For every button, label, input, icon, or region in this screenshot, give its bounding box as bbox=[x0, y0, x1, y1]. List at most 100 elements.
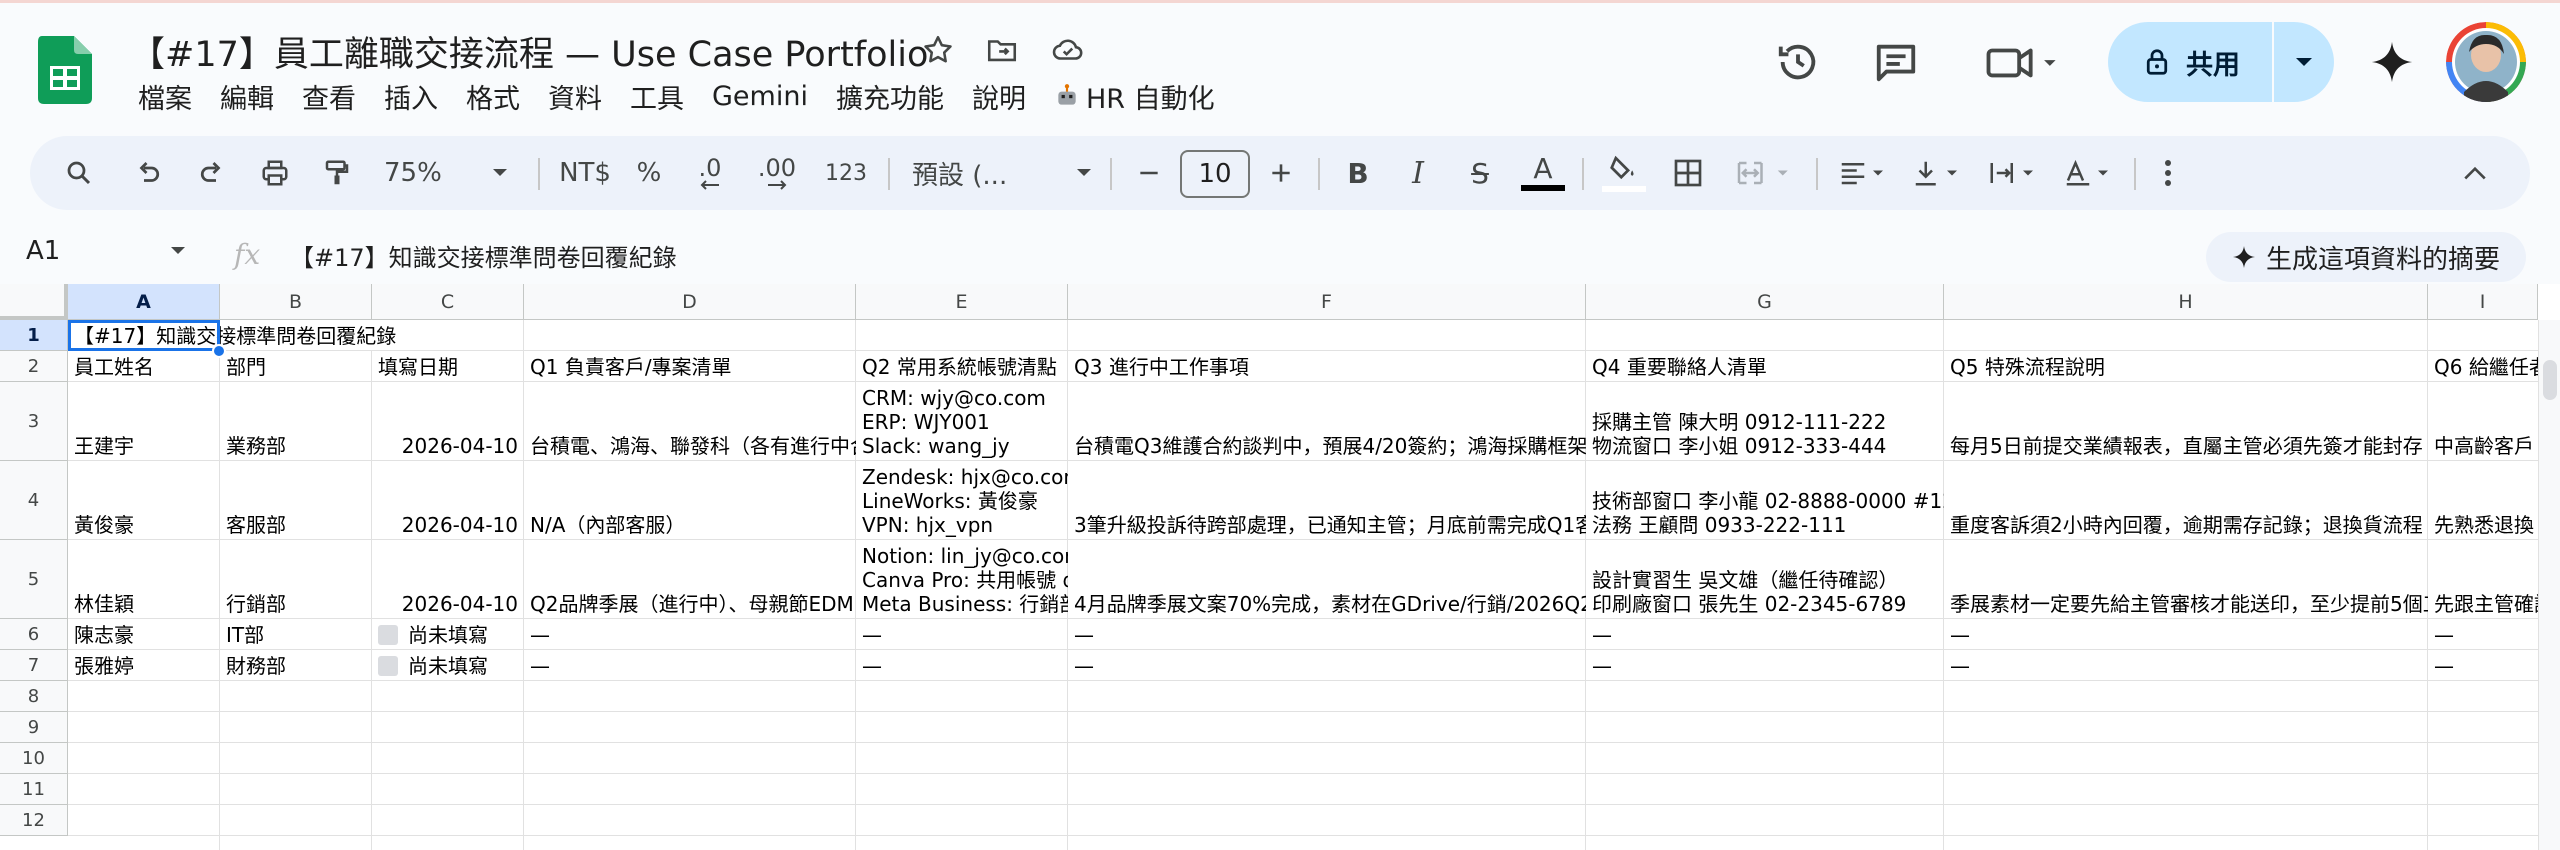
cell-department[interactable]: 客服部 bbox=[220, 513, 372, 537]
more-options-icon[interactable] bbox=[2146, 136, 2190, 210]
header-cell-q6[interactable]: Q6 給繼任者 bbox=[2428, 355, 2538, 379]
text-color-button[interactable]: A bbox=[1514, 136, 1572, 210]
row-header-1[interactable]: 1 bbox=[0, 320, 68, 351]
more-formats-button[interactable]: 123 bbox=[816, 136, 876, 210]
cell-date[interactable]: 2026-04-10 bbox=[372, 513, 524, 537]
cell-employee-name[interactable]: 陳志豪 bbox=[68, 623, 220, 647]
cell-q2[interactable]: CRM: wjy@co.com ERP: WJY001 Slack: wang_… bbox=[856, 386, 1068, 458]
gemini-sparkle-icon[interactable] bbox=[2364, 34, 2420, 90]
borders-icon[interactable] bbox=[1660, 136, 1716, 210]
cell-q5[interactable]: 重度客訴須2小時內回覆，逾期需存記錄；退換貨流程 bbox=[1944, 513, 2428, 537]
account-avatar[interactable] bbox=[2446, 22, 2526, 102]
sheets-logo-icon[interactable] bbox=[38, 36, 92, 104]
column-header-a[interactable]: A bbox=[68, 284, 220, 320]
cell-q1[interactable]: N/A（內部客服） bbox=[524, 513, 856, 537]
horizontal-align-icon[interactable] bbox=[1828, 136, 1898, 210]
checkbox-chip[interactable] bbox=[378, 656, 398, 676]
scrollbar-thumb[interactable] bbox=[2543, 360, 2557, 400]
text-rotation-icon[interactable] bbox=[2052, 136, 2124, 210]
column-header-b[interactable]: B bbox=[220, 284, 372, 320]
redo-icon[interactable] bbox=[186, 136, 236, 210]
paint-format-icon[interactable] bbox=[312, 136, 362, 210]
cell-date-status[interactable]: 尚未填寫 bbox=[402, 654, 524, 678]
collapse-menus-icon[interactable] bbox=[2448, 136, 2502, 210]
row-header-3[interactable]: 3 bbox=[0, 382, 68, 461]
column-header-c[interactable]: C bbox=[372, 284, 524, 320]
cell-q1[interactable]: — bbox=[524, 654, 856, 678]
currency-format-button[interactable]: NT$ bbox=[550, 136, 620, 210]
header-cell-q1[interactable]: Q1 負責客戶/專案清單 bbox=[524, 355, 856, 379]
cell-employee-name[interactable]: 林佳穎 bbox=[68, 592, 220, 616]
cell-q3[interactable]: 台積電Q3維護合約談判中，預展4/20簽約；鴻海採購框架協議 bbox=[1068, 434, 1586, 458]
spreadsheet-grid[interactable]: A B C D E F G H I 1 2 3 4 5 6 7 8 9 10 1… bbox=[0, 284, 2560, 850]
formula-input[interactable]: 【#17】知識交接標準問卷回覆紀錄 bbox=[290, 238, 677, 273]
row-header-12[interactable]: 12 bbox=[0, 805, 68, 836]
fill-color-button[interactable] bbox=[1596, 136, 1652, 210]
zoom-select[interactable]: 75% bbox=[376, 136, 516, 210]
cell-q5[interactable]: 每月5日前提交業績報表，直屬主管必須先簽才能封存 bbox=[1944, 434, 2428, 458]
cell-department[interactable]: IT部 bbox=[220, 623, 372, 647]
caret-down-icon[interactable] bbox=[170, 246, 186, 256]
cell-q4[interactable]: — bbox=[1586, 654, 1944, 678]
cell-q4[interactable]: 設計實習生 吳文雄（繼任待確認） 印刷廠窗口 張先生 02-2345-6789 bbox=[1586, 568, 1944, 616]
menu-format[interactable]: 格式 bbox=[452, 77, 534, 116]
percent-format-button[interactable]: % bbox=[626, 136, 672, 210]
vertical-align-icon[interactable] bbox=[1902, 136, 1972, 210]
move-folder-icon[interactable] bbox=[982, 30, 1022, 70]
font-size-input[interactable]: 10 bbox=[1180, 150, 1250, 198]
cell-date-status[interactable]: 尚未填寫 bbox=[402, 623, 524, 647]
cell-q2[interactable]: Zendesk: hjx@co.com LineWorks: 黃俊豪 VPN: … bbox=[856, 465, 1068, 537]
cell-q2[interactable]: — bbox=[856, 623, 1068, 647]
row-header-5[interactable]: 5 bbox=[0, 540, 68, 619]
cell-q4[interactable]: 採購主管 陳大明 0912-111-222 物流窗口 李小姐 0912-333-… bbox=[1586, 410, 1944, 458]
cell-q6[interactable]: — bbox=[2428, 654, 2538, 678]
cell-q1[interactable]: Q2品牌季展（進行中）、母親節EDM bbox=[524, 592, 856, 616]
menu-gemini[interactable]: Gemini bbox=[698, 81, 822, 112]
cell-q4[interactable]: — bbox=[1586, 623, 1944, 647]
cell-q2[interactable]: Notion: lin_jy@co.com Canva Pro: 共用帳號 de… bbox=[856, 544, 1068, 616]
cell-q1[interactable]: 台積電、鴻海、聯發科（各有進行中合約） bbox=[524, 434, 856, 458]
menu-edit[interactable]: 編輯 bbox=[206, 77, 288, 116]
vertical-scrollbar[interactable] bbox=[2538, 320, 2560, 850]
font-family-select[interactable]: 預設 (... bbox=[902, 136, 1102, 210]
menu-help[interactable]: 說明 bbox=[958, 77, 1040, 116]
fill-handle[interactable] bbox=[212, 344, 226, 358]
cell-department[interactable]: 財務部 bbox=[220, 654, 372, 678]
row-header-9[interactable]: 9 bbox=[0, 712, 68, 743]
increase-font-size-icon[interactable] bbox=[1256, 136, 1306, 210]
cell-department[interactable]: 業務部 bbox=[220, 434, 372, 458]
cell-q2[interactable]: — bbox=[856, 654, 1068, 678]
cell-q6[interactable]: 先跟主管確認 bbox=[2428, 592, 2538, 616]
row-header-2[interactable]: 2 bbox=[0, 351, 68, 382]
menu-insert[interactable]: 插入 bbox=[370, 77, 452, 116]
header-cell-q3[interactable]: Q3 進行中工作事項 bbox=[1068, 355, 1586, 379]
cell-q3[interactable]: — bbox=[1068, 654, 1586, 678]
row-header-6[interactable]: 6 bbox=[0, 619, 68, 650]
document-title[interactable]: 【#17】員工離職交接流程 — Use Case Portfolio bbox=[130, 26, 928, 77]
generate-summary-button[interactable]: 生成這項資料的摘要 bbox=[2206, 232, 2526, 282]
share-button[interactable]: 共用 bbox=[2108, 22, 2334, 102]
increase-decimal-button[interactable]: .00 bbox=[744, 136, 810, 210]
print-icon[interactable] bbox=[248, 136, 302, 210]
cell-q3[interactable]: — bbox=[1068, 623, 1586, 647]
cell-q1[interactable]: — bbox=[524, 623, 856, 647]
share-main[interactable]: 共用 bbox=[2108, 22, 2272, 102]
select-all-corner[interactable] bbox=[0, 284, 68, 320]
cell-date[interactable]: 2026-04-10 bbox=[372, 592, 524, 616]
star-icon[interactable] bbox=[918, 30, 958, 70]
comments-icon[interactable] bbox=[1868, 34, 1924, 90]
menu-tools[interactable]: 工具 bbox=[616, 77, 698, 116]
row-header-8[interactable]: 8 bbox=[0, 681, 68, 712]
name-box[interactable]: A1 bbox=[26, 236, 60, 266]
menu-hr-automation[interactable]: HR 自動化 bbox=[1040, 77, 1229, 116]
row-header-11[interactable]: 11 bbox=[0, 774, 68, 805]
cell-q5[interactable]: 季展素材一定要先給主管審核才能送印，至少提前5個工作天 bbox=[1944, 592, 2428, 616]
row-header-7[interactable]: 7 bbox=[0, 650, 68, 681]
cell-date[interactable]: 2026-04-10 bbox=[372, 434, 524, 458]
cell-employee-name[interactable]: 王建宇 bbox=[68, 434, 220, 458]
column-header-e[interactable]: E bbox=[856, 284, 1068, 320]
menu-data[interactable]: 資料 bbox=[534, 77, 616, 116]
header-cell-q2[interactable]: Q2 常用系統帳號清點 bbox=[856, 355, 1068, 379]
version-history-icon[interactable] bbox=[1770, 34, 1826, 90]
header-cell-q5[interactable]: Q5 特殊流程說明 bbox=[1944, 355, 2428, 379]
